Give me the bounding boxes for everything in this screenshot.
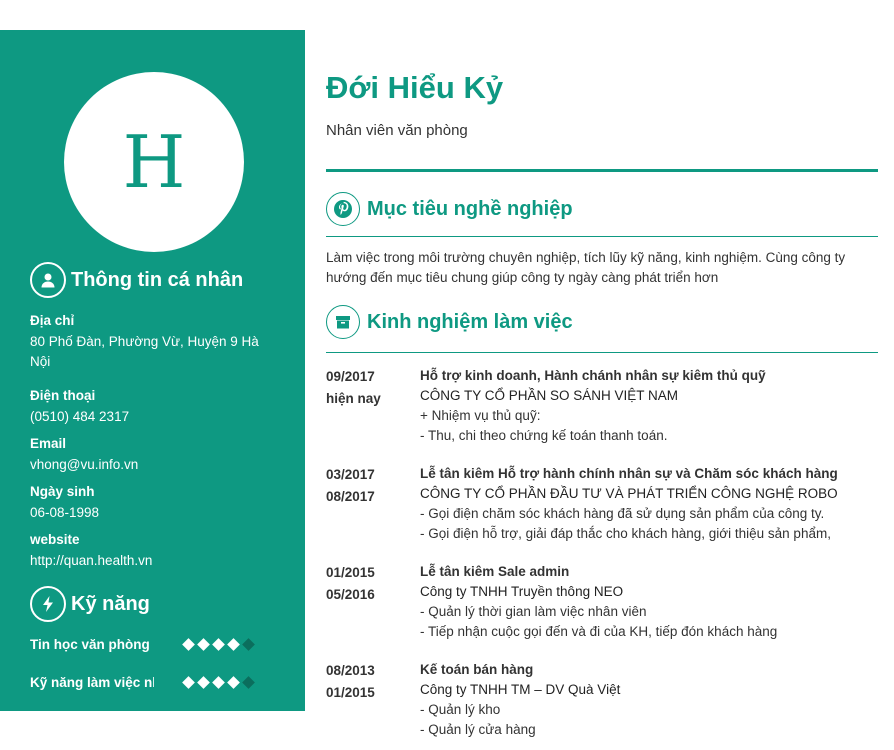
- position-title: Kế toán bán hàng: [420, 662, 534, 677]
- objective-text: Làm việc trong môi trường chuyên nghiệp,…: [326, 250, 846, 285]
- duty-line: - Tiếp nhận cuộc gọi đến và đi của KH, t…: [420, 624, 778, 639]
- experience-dates: 09/2017 hiện nay: [326, 366, 411, 410]
- sidebar: H Thông tin cá nhân Địa chỉ 80 Phố Đàn, …: [0, 30, 305, 711]
- duty-line: - Quản lý thời gian làm việc nhân viên: [420, 604, 647, 619]
- duty-line: - Gọi điện hỗ trợ, giải đáp thắc cho khá…: [420, 526, 831, 541]
- rating-diamond-filled: [227, 638, 240, 651]
- start-date: 03/2017: [326, 467, 375, 482]
- skill-rating: [182, 676, 259, 689]
- rating-diamond-filled: [197, 638, 210, 651]
- website-value: http://quan.health.vn: [30, 553, 153, 568]
- duty-line: - Quản lý kho: [420, 702, 501, 717]
- position-title: Lễ tân kiêm Hỗ trợ hành chính nhân sự và…: [420, 466, 838, 481]
- start-date: 08/2013: [326, 663, 375, 678]
- section-divider: [326, 352, 878, 353]
- user-icon: [30, 262, 66, 298]
- skill-name: Tin học văn phòng: [30, 637, 150, 652]
- rating-diamond-filled: [227, 676, 240, 689]
- rating-diamond-empty: [242, 676, 255, 689]
- experience-title: Kinh nghiệm làm việc: [367, 310, 573, 333]
- briefcase-icon: [326, 305, 360, 339]
- duty-line: - Gọi điện chăm sóc khách hàng đã sử dụn…: [420, 506, 825, 521]
- end-date: 05/2016: [326, 587, 375, 602]
- email-label: Email: [30, 436, 67, 451]
- rating-diamond-empty: [242, 638, 255, 651]
- experience-dates: 03/2017 08/2017: [326, 464, 411, 508]
- experience-body: Hỗ trợ kinh doanh, Hành chánh nhân sự ki…: [420, 366, 880, 446]
- job-title: Nhân viên văn phòng: [326, 122, 468, 139]
- address-value: 80 Phố Đàn, Phường Vừ, Huyện 9 Hà Nội: [30, 334, 259, 369]
- experience-heading: Kinh nghiệm làm việc: [326, 305, 573, 339]
- end-date: 01/2015: [326, 685, 375, 700]
- website-label: website: [30, 532, 80, 547]
- rating-diamond-filled: [197, 676, 210, 689]
- experience-body: Lễ tân kiêm Hỗ trợ hành chính nhân sự và…: [420, 464, 880, 544]
- lightning-icon: [30, 586, 66, 622]
- personal-info-title: Thông tin cá nhân: [71, 268, 244, 291]
- email-value: vhong@vu.info.vn: [30, 457, 139, 472]
- birthday-label: Ngày sinh: [30, 484, 95, 499]
- rating-diamond-filled: [212, 676, 225, 689]
- objective-title: Mục tiêu nghề nghiệp: [367, 197, 573, 220]
- skill-name: Kỹ năng làm việc nhóm: [30, 675, 154, 690]
- skill-rating: [182, 638, 259, 651]
- avatar-letter: H: [122, 120, 186, 204]
- experience-dates: 08/2013 01/2015: [326, 660, 411, 704]
- position-title: Lễ tân kiêm Sale admin: [420, 564, 570, 579]
- company-name: CÔNG TY CỔ PHẦN SO SÁNH VIỆT NAM: [420, 388, 679, 403]
- personal-info-heading: Thông tin cá nhân: [30, 262, 243, 298]
- candidate-name: Đới Hiểu Kỷ: [326, 70, 504, 105]
- experience-body: Kế toán bán hàng Công ty TNHH TM – DV Qu…: [420, 660, 880, 740]
- pinterest-icon: [326, 192, 360, 226]
- company-name: Công ty TNHH Truyền thông NEO: [420, 584, 624, 599]
- skills-heading: Kỹ năng: [30, 586, 150, 622]
- rating-diamond-filled: [182, 676, 195, 689]
- duty-line: - Quản lý cửa hàng: [420, 722, 536, 737]
- company-name: Công ty TNHH TM – DV Quà Việt: [420, 682, 621, 697]
- experience-dates: 01/2015 05/2016: [326, 562, 411, 606]
- position-title: Hỗ trợ kinh doanh, Hành chánh nhân sự ki…: [420, 368, 766, 383]
- start-date: 01/2015: [326, 565, 375, 580]
- skill-row: Kỹ năng làm việc nhóm: [30, 675, 270, 690]
- rating-diamond-filled: [212, 638, 225, 651]
- rating-diamond-filled: [182, 638, 195, 651]
- start-date: 09/2017: [326, 369, 375, 384]
- phone-label: Điện thoại: [30, 388, 96, 403]
- skills-title: Kỹ năng: [71, 592, 150, 615]
- address-label: Địa chỉ: [30, 313, 75, 328]
- duty-line: - Thu, chi theo chứng kế toán thanh toán…: [420, 428, 668, 443]
- end-date: hiện nay: [326, 391, 381, 406]
- skill-row: Tin học văn phòng: [30, 637, 270, 652]
- objective-heading: Mục tiêu nghề nghiệp: [326, 192, 573, 226]
- section-divider: [326, 236, 878, 237]
- end-date: 08/2017: [326, 489, 375, 504]
- company-name: CÔNG TY CỔ PHẦN ĐẦU TƯ VÀ PHÁT TRIỂN CÔN…: [420, 486, 838, 501]
- avatar: H: [64, 72, 244, 252]
- duty-line: + Nhiệm vụ thủ quỹ:: [420, 408, 541, 423]
- divider: [326, 169, 878, 172]
- experience-body: Lễ tân kiêm Sale admin Công ty TNHH Truy…: [420, 562, 880, 642]
- phone-value: (0510) 484 2317: [30, 409, 130, 424]
- birthday-value: 06-08-1998: [30, 505, 100, 520]
